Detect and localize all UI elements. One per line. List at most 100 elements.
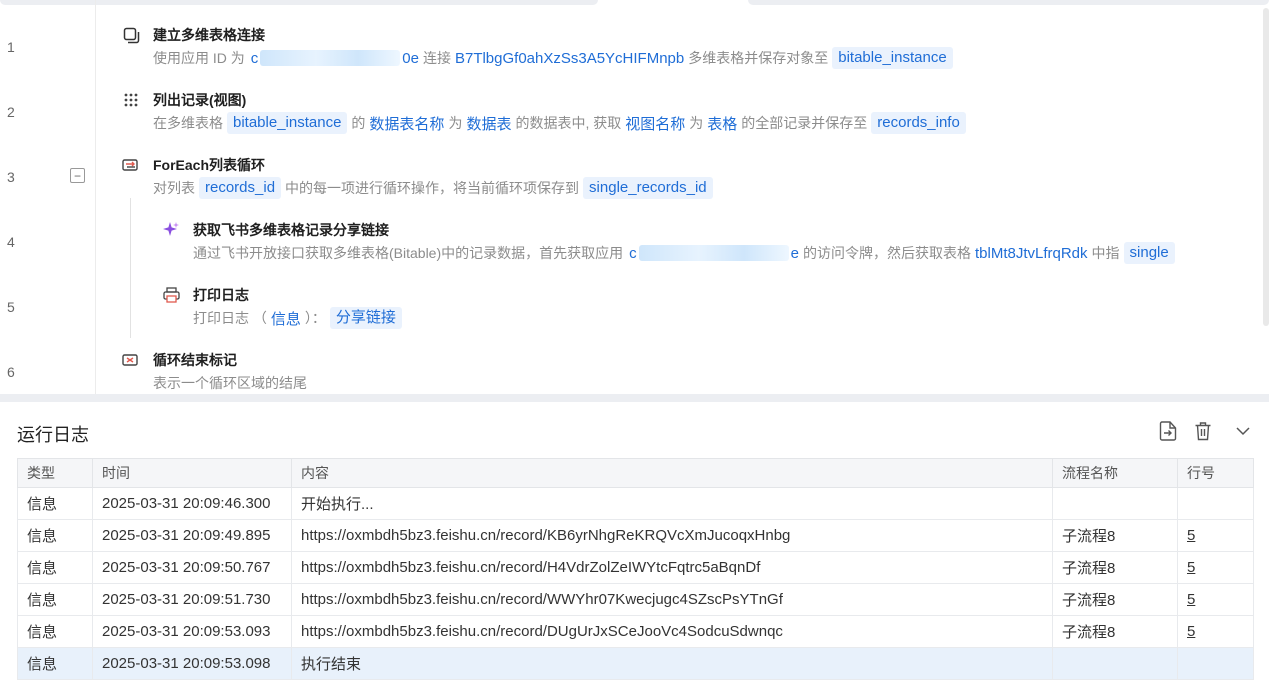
step-print-log[interactable]: 打印日志 打印日志 （ 信息 ）： 分享链接 [0,265,1260,330]
cell-time: 2025-03-31 20:09:53.098 [92,647,292,680]
run-log-panel: 运行日志 类型 时间 内容 流程名称 行号 信息 2025-03-31 20:0… [0,402,1269,690]
grid-dots-icon [122,91,140,109]
log-table: 类型 时间 内容 流程名称 行号 信息 2025-03-31 20:09:46.… [17,458,1254,680]
column-header-flow[interactable]: 流程名称 [1052,458,1178,488]
table-id-link[interactable]: tblMt8JtvLfrqRdk [975,245,1088,262]
step-title: ForEach列表循环 [153,157,266,173]
step-create-bitable-connection[interactable]: 建立多维表格连接 使用应用 ID 为 c 0e 连接 B7TlbgGf0ahXz… [0,0,1260,70]
cell-line [1177,487,1254,520]
cell-flow [1052,647,1178,680]
step-description: 通过飞书开放接口获取多维表格(Bitable)中的记录数据，首先获取应用 c e… [193,242,1223,264]
cell-type: 信息 [17,615,93,648]
table-row[interactable]: 信息 2025-03-31 20:09:53.093 https://oxmbd… [17,615,1254,648]
variable-chip[interactable]: records_info [871,112,966,134]
pane-splitter[interactable] [0,394,1269,402]
chevron-down-icon[interactable] [1232,420,1254,442]
cell-content: https://oxmbdh5bz3.feishu.cn/record/DUgU… [291,615,1053,648]
step-description: 打印日志 （ 信息 ）： 分享链接 [193,307,406,329]
export-icon[interactable] [1157,420,1179,442]
log-level-link[interactable]: 信息 [271,308,301,329]
desc-text: 的访问令牌，然后获取表格 [802,245,971,261]
column-header-time[interactable]: 时间 [92,458,292,488]
table-row[interactable]: 信息 2025-03-31 20:09:46.300 开始执行... [17,487,1254,520]
desc-text: 中的每一项进行循环操作，将当前循环项保存到 [285,180,580,196]
desc-text: 的数据表中, 获取 [515,115,622,131]
cell-type: 信息 [17,647,93,680]
step-get-record-share-link[interactable]: 获取飞书多维表格记录分享链接 通过飞书开放接口获取多维表格(Bitable)中的… [0,200,1260,265]
cell-flow: 子流程8 [1052,551,1178,584]
step-description: 使用应用 ID 为 c 0e 连接 B7TlbgGf0ahXzSs3A5YcHI… [153,47,957,69]
step-description: 在多维表格 bitable_instance 的 数据表名称 为 数据表 的数据… [153,112,970,134]
cell-type: 信息 [17,551,93,584]
cell-line: 5 [1177,519,1254,552]
loop-icon [122,156,140,174]
redacted-value [260,50,401,66]
desc-text: 中指 [1091,245,1120,261]
flow-editor: 1 2 3 4 5 6 − 建立多维表格连接 使用应用 ID 为 c 0e 连接… [0,0,1269,394]
cell-type: 信息 [17,487,93,520]
desc-text: 连接 [422,50,451,66]
editor-scrollbar[interactable] [1263,8,1269,326]
loop-end-icon [122,351,140,369]
step-description: 表示一个循环区域的结尾 [153,375,307,391]
step-description: 对列表 records_id 中的每一项进行循环操作，将当前循环项保存到 sin… [153,177,717,199]
table-row[interactable]: 信息 2025-03-31 20:09:50.767 https://oxmbd… [17,551,1254,584]
sparkle-icon [162,221,180,239]
column-header-type[interactable]: 类型 [17,458,93,488]
variable-chip[interactable]: 分享链接 [329,307,402,329]
variable-chip[interactable]: single [1123,242,1175,264]
desc-text: 使用应用 ID 为 [153,50,245,66]
trash-icon[interactable] [1192,420,1214,442]
desc-text: 打印日志 （ [193,310,267,326]
cell-flow: 子流程8 [1052,615,1178,648]
param-label-link[interactable]: 数据表名称 [369,113,444,134]
desc-text: 对列表 [153,180,195,196]
redacted-value [638,245,789,261]
desc-text: 为 [448,115,463,131]
step-title: 获取飞书多维表格记录分享链接 [193,222,389,238]
cell-line: 5 [1177,551,1254,584]
param-value-link[interactable]: 表格 [707,113,737,134]
param-value-link[interactable]: 数据表 [466,113,511,134]
variable-chip[interactable]: bitable_instance [832,47,953,69]
line-link[interactable]: 5 [1187,527,1195,544]
desc-text: ）： [304,310,326,326]
window-copy-icon [122,26,140,44]
variable-chip[interactable]: bitable_instance [227,112,348,134]
desc-text: 通过飞书开放接口获取多维表格(Bitable)中的记录数据，首先获取应用 [193,245,624,261]
cell-type: 信息 [17,583,93,616]
step-title: 建立多维表格连接 [153,27,265,43]
table-row[interactable]: 信息 2025-03-31 20:09:51.730 https://oxmbd… [17,583,1254,616]
app-token-link[interactable]: B7TlbgGf0ahXzSs3A5YcHIFMnpb [455,50,684,67]
column-header-line[interactable]: 行号 [1177,458,1254,488]
cell-line [1177,647,1254,680]
cell-flow: 子流程8 [1052,519,1178,552]
line-link[interactable]: 5 [1187,591,1195,608]
step-loop-end[interactable]: 循环结束标记 表示一个循环区域的结尾 [0,330,1260,394]
desc-text: 的 [351,115,366,131]
masked-value-start: c [629,244,637,262]
desc-text: 在多维表格 [153,115,223,131]
masked-value-start: c [250,49,259,67]
variable-chip[interactable]: records_id [199,177,282,199]
line-link[interactable]: 5 [1187,559,1195,576]
table-row[interactable]: 信息 2025-03-31 20:09:53.098 执行结束 [17,647,1254,680]
desc-text: 多维表格并保存对象至 [688,50,829,66]
variable-chip[interactable]: single_records_id [583,177,713,199]
table-row[interactable]: 信息 2025-03-31 20:09:49.895 https://oxmbd… [17,519,1254,552]
masked-value-end: e [790,244,799,262]
cell-time: 2025-03-31 20:09:53.093 [92,615,292,648]
printer-icon [162,286,180,304]
table-header-row: 类型 时间 内容 流程名称 行号 [17,458,1254,488]
cell-time: 2025-03-31 20:09:51.730 [92,583,292,616]
column-header-content[interactable]: 内容 [291,458,1053,488]
panel-title: 运行日志 [17,425,89,445]
step-list-records-view[interactable]: 列出记录(视图) 在多维表格 bitable_instance 的 数据表名称 … [0,70,1260,135]
line-link[interactable]: 5 [1187,623,1195,640]
desc-text: 的全部记录并保存至 [741,115,868,131]
masked-value-end: 0e [402,49,419,67]
cell-flow [1052,487,1178,520]
cell-content: 执行结束 [291,647,1053,680]
step-foreach-loop[interactable]: ForEach列表循环 对列表 records_id 中的每一项进行循环操作，将… [0,135,1260,200]
param-label-link[interactable]: 视图名称 [625,113,685,134]
